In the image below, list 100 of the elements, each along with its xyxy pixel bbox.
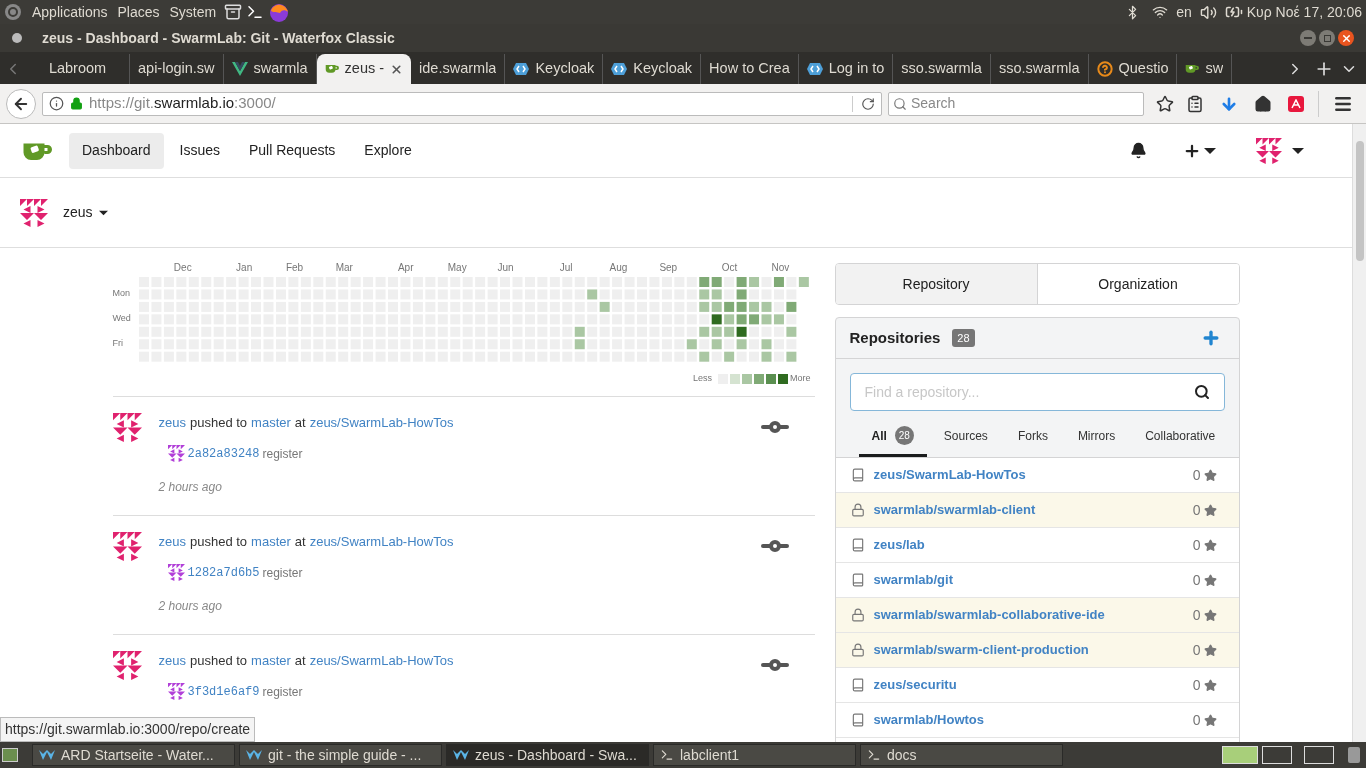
repository-link[interactable]: zeus/securitu xyxy=(873,675,957,695)
panel-menu[interactable]: Places xyxy=(117,1,160,23)
browser-tab[interactable]: zeus - xyxy=(316,54,412,84)
scrollbar[interactable] xyxy=(1352,124,1366,742)
address-field[interactable]: https://git.swarmlab.io:3000/ xyxy=(42,91,882,116)
reload-icon[interactable] xyxy=(861,96,875,111)
back-button[interactable] xyxy=(6,88,36,119)
star-icon xyxy=(1203,573,1217,587)
repository-link[interactable]: swarmlab/Howtos xyxy=(873,710,985,730)
taskbar-item-label: docs xyxy=(887,745,917,765)
terminal-icon xyxy=(660,748,674,762)
commit-hash-link[interactable]: 1282a7d6b5 xyxy=(187,563,260,582)
repository-link[interactable]: zeus/SwarmLab-HowTos xyxy=(873,465,1026,485)
repository-link[interactable]: zeus/lab xyxy=(873,535,925,555)
tab-title: ide.swarmla xyxy=(419,59,497,79)
repository-link[interactable]: swarmlab/swarmlab-collaborative-ide xyxy=(873,605,1105,625)
repository-row[interactable]: swarmlab/swarmlab-client 0 xyxy=(835,493,1239,528)
url-path: :3000/ xyxy=(234,93,276,114)
repository-row[interactable]: swarmlab/swarmlab-collaborative-ide 0 xyxy=(835,598,1239,633)
search-input[interactable]: Search xyxy=(911,93,1139,114)
user-link[interactable]: zeus xyxy=(158,650,186,671)
commit-hash-link[interactable]: 3f3d1e6af9 xyxy=(187,682,260,701)
taskbar-item[interactable]: ARD Startseite - Water... xyxy=(32,744,235,766)
user-link[interactable]: zeus xyxy=(158,412,186,433)
count-badge: 28 xyxy=(952,328,975,348)
addon-icon[interactable] xyxy=(1288,95,1304,112)
keyboard-layout[interactable]: en xyxy=(1176,1,1192,23)
user-link[interactable]: zeus xyxy=(158,531,186,552)
taskbar-item[interactable]: git - the simple guide - ... xyxy=(239,744,442,766)
nav-item[interactable]: Pull Requests xyxy=(235,132,349,169)
terminal-icon[interactable] xyxy=(246,3,265,21)
workspace-switcher-icon[interactable] xyxy=(1222,746,1258,764)
keycloak-icon xyxy=(806,63,823,75)
taskbar-item[interactable]: docs xyxy=(860,744,1063,766)
status-link-tooltip: https://git.swarmlab.io:3000/repo/create xyxy=(0,717,256,742)
clock[interactable]: Κυρ Νοέ 17, 20:06 xyxy=(1246,1,1362,23)
switcher-tab[interactable]: Repository xyxy=(835,264,1037,304)
repository-link[interactable]: swarmlab/swarm-client-production xyxy=(873,640,1089,660)
star-icon xyxy=(1203,608,1217,622)
month-label: Mar xyxy=(335,263,353,273)
switcher-tab[interactable]: Organization xyxy=(1036,264,1239,304)
user-menu-button[interactable] xyxy=(1256,137,1304,164)
filter-tab[interactable]: Mirrors xyxy=(1064,417,1129,457)
taskbar-item-label: zeus - Dashboard - Swa... xyxy=(475,745,637,765)
tab-title: How to Crea xyxy=(709,59,790,79)
minimize-button[interactable] xyxy=(1300,30,1316,46)
filter-tab[interactable]: Collaborative xyxy=(1132,417,1229,457)
taskbar-item[interactable]: labclient1 xyxy=(653,744,856,766)
nav-item[interactable]: Explore xyxy=(351,132,425,169)
branch-link[interactable]: master xyxy=(251,531,291,552)
branch-link[interactable]: master xyxy=(251,650,291,671)
file-cabinet-icon[interactable] xyxy=(224,3,243,21)
close-button[interactable] xyxy=(1338,30,1354,46)
panel-title: Repositories xyxy=(849,327,941,348)
workspace-switcher-icon[interactable] xyxy=(1262,746,1292,764)
nav-item[interactable]: Dashboard xyxy=(69,132,164,169)
info-icon[interactable] xyxy=(49,96,64,111)
repo-link[interactable]: zeus/SwarmLab-HowTos xyxy=(309,531,454,552)
search-field[interactable]: Search xyxy=(888,91,1144,116)
month-label: Aug xyxy=(609,263,628,273)
url-scheme: https://git. xyxy=(89,93,155,114)
avatar-icon xyxy=(1256,137,1282,164)
reading-list-icon[interactable] xyxy=(1186,94,1204,113)
repository-link[interactable]: swarmlab/swarmlab-client xyxy=(873,500,1036,520)
filter-tab[interactable]: Forks xyxy=(1004,417,1061,457)
preposition-text: at xyxy=(294,532,306,551)
keycloak-icon xyxy=(513,63,530,75)
month-label: Jan xyxy=(236,263,253,273)
taskbar-item[interactable]: zeus - Dashboard - Swa... xyxy=(446,744,649,766)
action-text: pushed to xyxy=(189,532,248,551)
repository-search-field[interactable]: Find a repository... xyxy=(849,373,1225,411)
repository-search-input[interactable]: Find a repository... xyxy=(864,381,1194,403)
repo-link[interactable]: zeus/SwarmLab-HowTos xyxy=(309,412,454,433)
commit-message: register xyxy=(262,683,303,701)
tab-title: Keycloak xyxy=(535,59,595,79)
keycloak-icon xyxy=(611,63,628,75)
context-user-dropdown[interactable]: zeus xyxy=(63,202,108,223)
panel-menu[interactable]: System xyxy=(169,1,217,23)
nav-item[interactable]: Issues xyxy=(166,132,233,169)
repository-link[interactable]: swarmlab/git xyxy=(873,570,953,590)
repo-link[interactable]: zeus/SwarmLab-HowTos xyxy=(309,650,454,671)
committer-avatar-icon xyxy=(167,445,185,463)
ubuntu-logo-icon[interactable] xyxy=(4,3,22,21)
repository-row[interactable]: swarmlab/swarm-client-production 0 xyxy=(835,633,1239,668)
tab-title: zeus - xyxy=(344,59,385,79)
search-icon xyxy=(893,96,907,111)
volume-icon[interactable] xyxy=(1199,3,1217,21)
bookmark-star-icon[interactable] xyxy=(1156,94,1174,113)
wifi-icon[interactable] xyxy=(1152,4,1169,20)
panel-menu[interactable]: Applications xyxy=(32,1,108,23)
filter-tab[interactable]: Sources xyxy=(930,417,1001,457)
home-icon[interactable] xyxy=(1254,94,1272,113)
fox-globe-icon[interactable] xyxy=(268,1,291,23)
lock-icon xyxy=(850,643,865,657)
notification-bell-icon[interactable] xyxy=(1130,142,1147,159)
weekday-label: Wed xyxy=(112,314,131,324)
workspace-switcher-icon[interactable] xyxy=(1304,746,1334,764)
branch-link[interactable]: master xyxy=(251,412,291,433)
action-text: pushed to xyxy=(189,651,248,670)
commit-hash-link[interactable]: 2a82a83248 xyxy=(187,444,260,463)
